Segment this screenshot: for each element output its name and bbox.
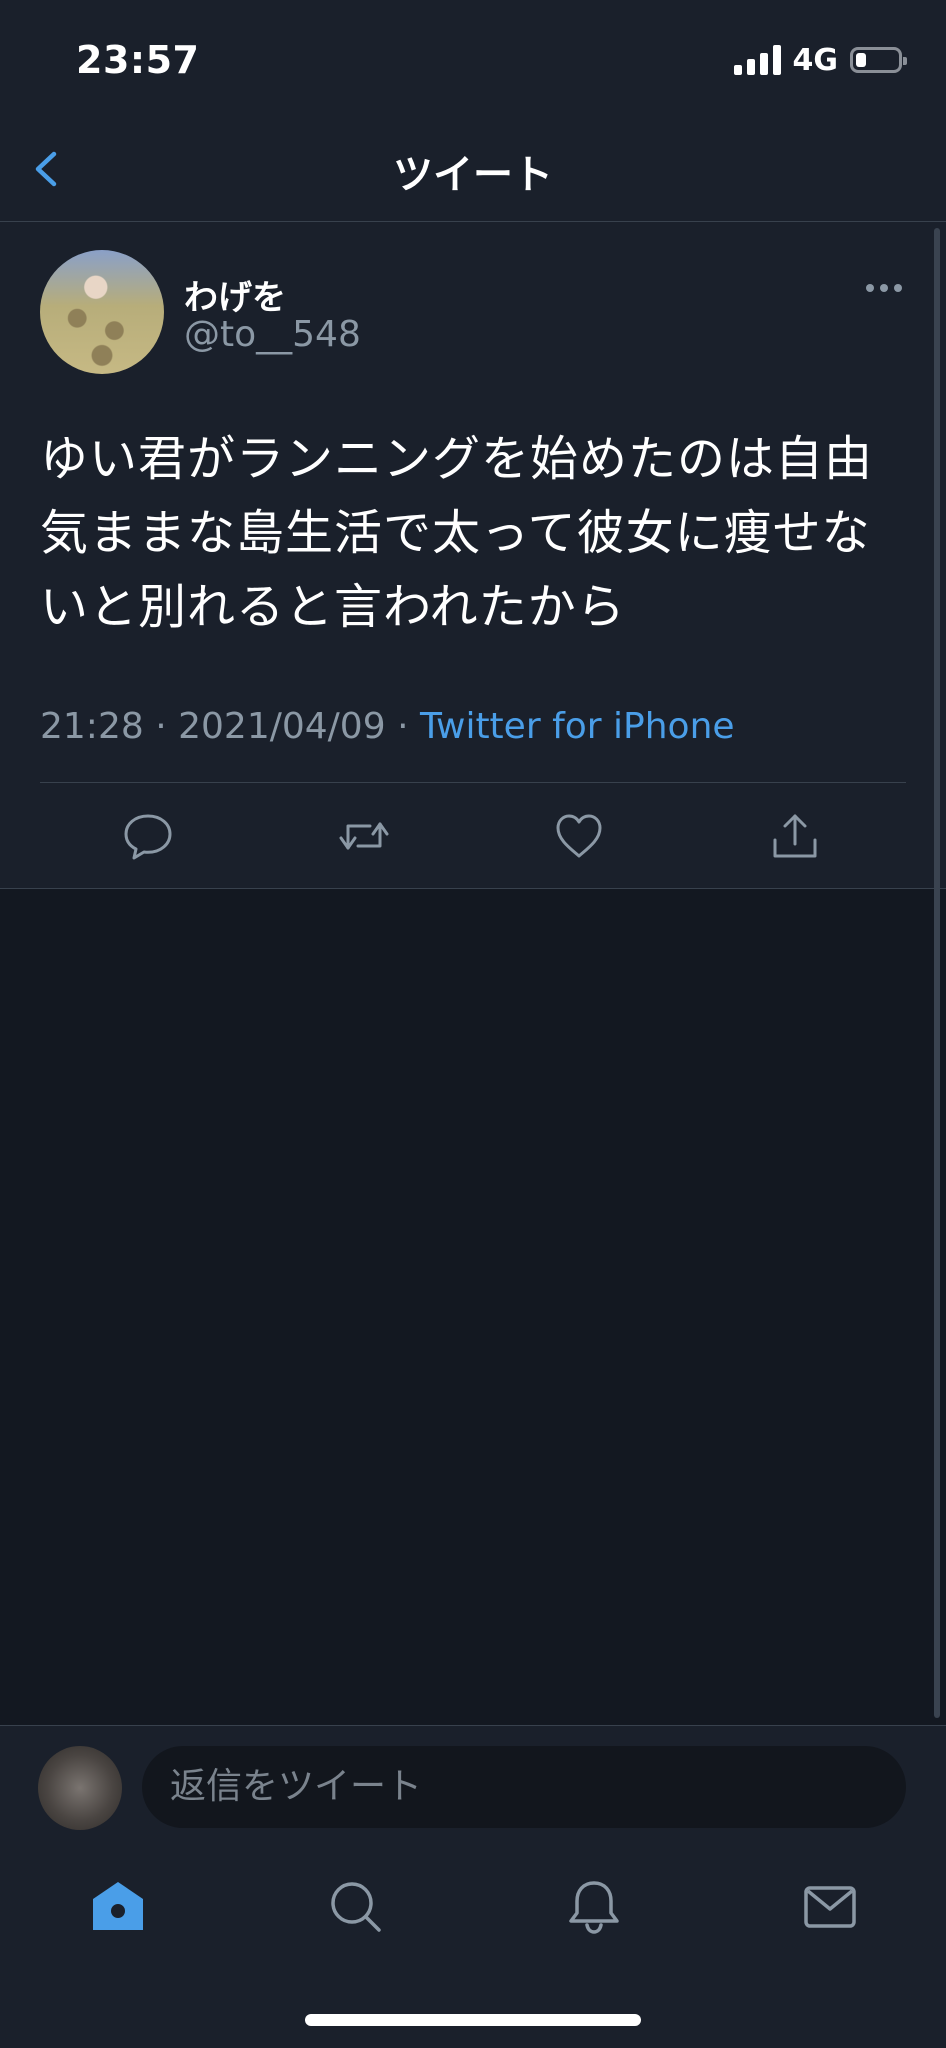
like-button[interactable] — [551, 808, 607, 864]
tweet-text: ゆい君がランニングを始めたのは自由気ままな島生活で太って彼女に痩せないと別れると… — [40, 431, 874, 635]
more-options-button[interactable] — [866, 278, 904, 298]
retweet-button[interactable] — [336, 808, 392, 864]
author-handle[interactable]: @to__548 — [184, 314, 361, 355]
avatar[interactable] — [40, 250, 164, 374]
tab-home[interactable] — [88, 1877, 148, 1937]
tweet-time: 21:28 — [40, 706, 144, 747]
retweet-icon — [339, 822, 389, 850]
status-bar: 23:57 4G — [0, 0, 946, 120]
tweet-meta: 21:28 · 2021/04/09 · Twitter for iPhone — [40, 706, 735, 747]
home-icon — [93, 1882, 143, 1930]
navigation-bar: ツイート — [0, 120, 946, 222]
network-label: 4G — [792, 42, 839, 78]
my-avatar[interactable] — [38, 1746, 122, 1830]
notifications-icon — [569, 1881, 619, 1934]
tweet-date: 2021/04/09 — [178, 706, 386, 747]
page-title: ツイート — [393, 152, 553, 198]
share-icon — [773, 814, 817, 858]
tab-messages[interactable] — [800, 1877, 860, 1937]
status-indicators: 4G — [733, 42, 907, 78]
reply-input[interactable]: 返信をツイート — [142, 1746, 906, 1828]
scrollbar[interactable] — [934, 228, 940, 1718]
tab-search[interactable] — [326, 1877, 386, 1937]
meta-separator: · — [397, 706, 409, 747]
signal-icon — [733, 45, 781, 75]
home-indicator[interactable] — [305, 2014, 641, 2026]
author-name[interactable]: わげを — [184, 270, 286, 319]
messages-icon — [804, 1886, 856, 1928]
meta-separator: · — [155, 706, 167, 747]
reply-button[interactable] — [120, 808, 176, 864]
tweet-detail: わげを @to__548 ゆい君がランニングを始めたのは自由気ままな島生活で太っ… — [0, 222, 946, 889]
like-icon — [556, 814, 602, 858]
reply-composer: 返信をツイート — [0, 1725, 946, 1836]
status-time: 23:57 — [76, 38, 200, 82]
tweet-source-link[interactable]: Twitter for iPhone — [420, 706, 735, 747]
tab-bar — [0, 1835, 946, 2048]
share-button[interactable] — [767, 808, 823, 864]
more-dot-icon — [866, 284, 874, 292]
search-icon — [331, 1882, 381, 1932]
reply-icon — [124, 814, 172, 860]
empty-replies-area — [0, 889, 946, 1725]
divider — [40, 782, 906, 783]
more-dot-icon — [894, 284, 902, 292]
battery-icon — [850, 47, 907, 73]
battery-level — [856, 53, 866, 67]
tab-notifications[interactable] — [564, 1877, 624, 1937]
more-dot-icon — [880, 284, 888, 292]
